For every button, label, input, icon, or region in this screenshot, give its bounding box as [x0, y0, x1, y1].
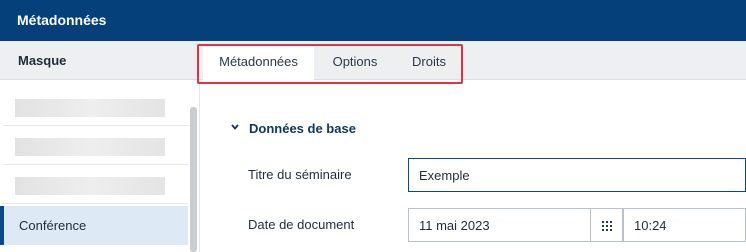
- calendar-grid-icon: [602, 221, 612, 231]
- seminar-title-label: Titre du séminaire: [248, 167, 352, 182]
- tab-label: Droits: [412, 54, 446, 69]
- document-date-value: 11 mai 2023: [419, 218, 490, 233]
- window-titlebar: Métadonnées: [0, 0, 746, 41]
- document-date-label: Date de document: [248, 217, 355, 232]
- mask-item-redacted-3[interactable]: [3, 165, 188, 204]
- calendar-button[interactable]: [591, 208, 623, 242]
- document-time-input[interactable]: 10:24: [623, 208, 746, 242]
- sidebar-header: Masque: [0, 41, 200, 80]
- tab-bar: Métadonnées Options Droits: [200, 41, 746, 80]
- mask-item-redacted-2[interactable]: [3, 126, 188, 165]
- window-title: Métadonnées: [17, 12, 107, 28]
- sidebar-header-label: Masque: [18, 53, 67, 68]
- document-date-input[interactable]: 11 mai 2023: [408, 208, 591, 242]
- mask-item-conference[interactable]: Conférence: [0, 206, 188, 245]
- document-time-value: 10:24: [634, 218, 667, 233]
- metadata-form: Données de base Titre du séminaire Exemp…: [201, 81, 746, 252]
- mask-sidebar: Masque Conférence: [0, 41, 200, 252]
- tab-options[interactable]: Options: [314, 47, 396, 80]
- redacted-label: [15, 138, 165, 156]
- seminar-title-input[interactable]: Exemple: [408, 158, 746, 192]
- tab-droits[interactable]: Droits: [396, 47, 462, 80]
- sidebar-scrollbar[interactable]: [190, 107, 197, 252]
- mask-item-label: Conférence: [19, 218, 87, 233]
- chevron-down-icon[interactable]: [231, 123, 239, 131]
- tab-label: Options: [332, 54, 378, 69]
- mask-item-redacted-1[interactable]: [3, 87, 188, 126]
- redacted-label: [15, 99, 165, 117]
- tab-metadonnees[interactable]: Métadonnées: [203, 47, 314, 80]
- redacted-label: [15, 177, 165, 195]
- tab-label: Métadonnées: [219, 54, 298, 69]
- section-title[interactable]: Données de base: [249, 121, 356, 136]
- seminar-title-value: Exemple: [419, 168, 470, 183]
